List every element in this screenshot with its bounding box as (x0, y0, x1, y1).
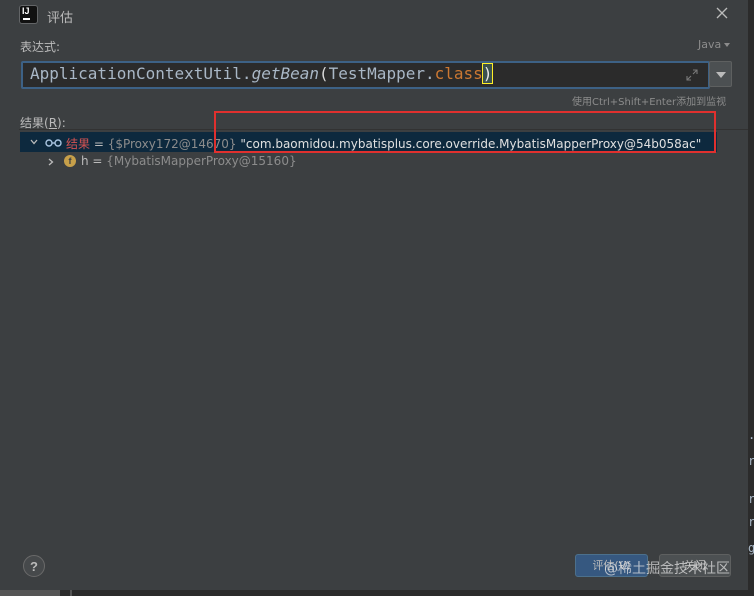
object-reference: {MybatisMapperProxy@15160} (106, 154, 297, 168)
evaluate-dialog: IJ 评估 表达式: Java ApplicationContextUtil.g… (0, 0, 748, 596)
editor-edge-glyph: g (748, 541, 754, 555)
field-icon: f (64, 155, 76, 167)
variable-name: h (81, 154, 89, 168)
code-token-keyword: class (434, 64, 483, 83)
editor-edge-glyph: r (748, 515, 754, 529)
expression-input[interactable]: ApplicationContextUtil.getBean(TestMappe… (21, 61, 710, 89)
editor-edge-glyph: . (748, 428, 754, 442)
equals-sign: = (88, 154, 107, 168)
add-to-watches-hint: 使用Ctrl+Shift+Enter添加到监视 (572, 97, 727, 108)
language-selector[interactable]: Java (698, 38, 731, 51)
code-token-close-paren: ) (481, 63, 494, 84)
close-icon[interactable] (714, 5, 730, 21)
watermark: @稀土掘金技术社区 (604, 561, 730, 577)
result-label-mnemonic: R (48, 116, 58, 130)
title-bar: IJ 评估 (0, 0, 748, 30)
intellij-logo-icon: IJ (20, 6, 37, 23)
editor-edge (748, 0, 754, 596)
history-dropdown-button[interactable] (709, 61, 732, 87)
dialog-title: 评估 (47, 11, 74, 26)
annotation-highlight-box (214, 111, 716, 153)
chevron-down-icon (724, 43, 731, 47)
result-tree[interactable]: 结果 = {$Proxy172@14670} "com.baomidou.myb… (19, 129, 748, 540)
code-token-method: getBean (251, 64, 319, 83)
variable-name: 结果 (66, 137, 91, 151)
expression-code[interactable]: ApplicationContextUtil.getBean(TestMappe… (30, 63, 494, 84)
bottom-strip (0, 590, 748, 596)
code-token-class-ref: ApplicationContextUtil. (30, 64, 252, 83)
equals-sign: = (90, 137, 108, 151)
tree-row-text[interactable]: h = {MybatisMapperProxy@15160} (81, 154, 297, 168)
language-label: Java (698, 38, 722, 51)
chevron-right-icon[interactable] (46, 157, 56, 167)
help-button[interactable]: ? (23, 555, 45, 577)
editor-edge-glyph: r (748, 454, 754, 468)
code-token-type: TestMapper. (328, 64, 435, 83)
result-label-prefix: 结果( (20, 116, 49, 130)
editor-edge-glyph: r (748, 492, 754, 506)
expression-label: 表达式: (20, 40, 61, 54)
expand-icon[interactable] (685, 68, 699, 82)
result-label-suffix: ): (57, 116, 66, 130)
code-token-open-paren: ( (319, 64, 329, 83)
watch-glasses-icon (45, 139, 62, 147)
chevron-down-icon[interactable] (29, 137, 39, 147)
